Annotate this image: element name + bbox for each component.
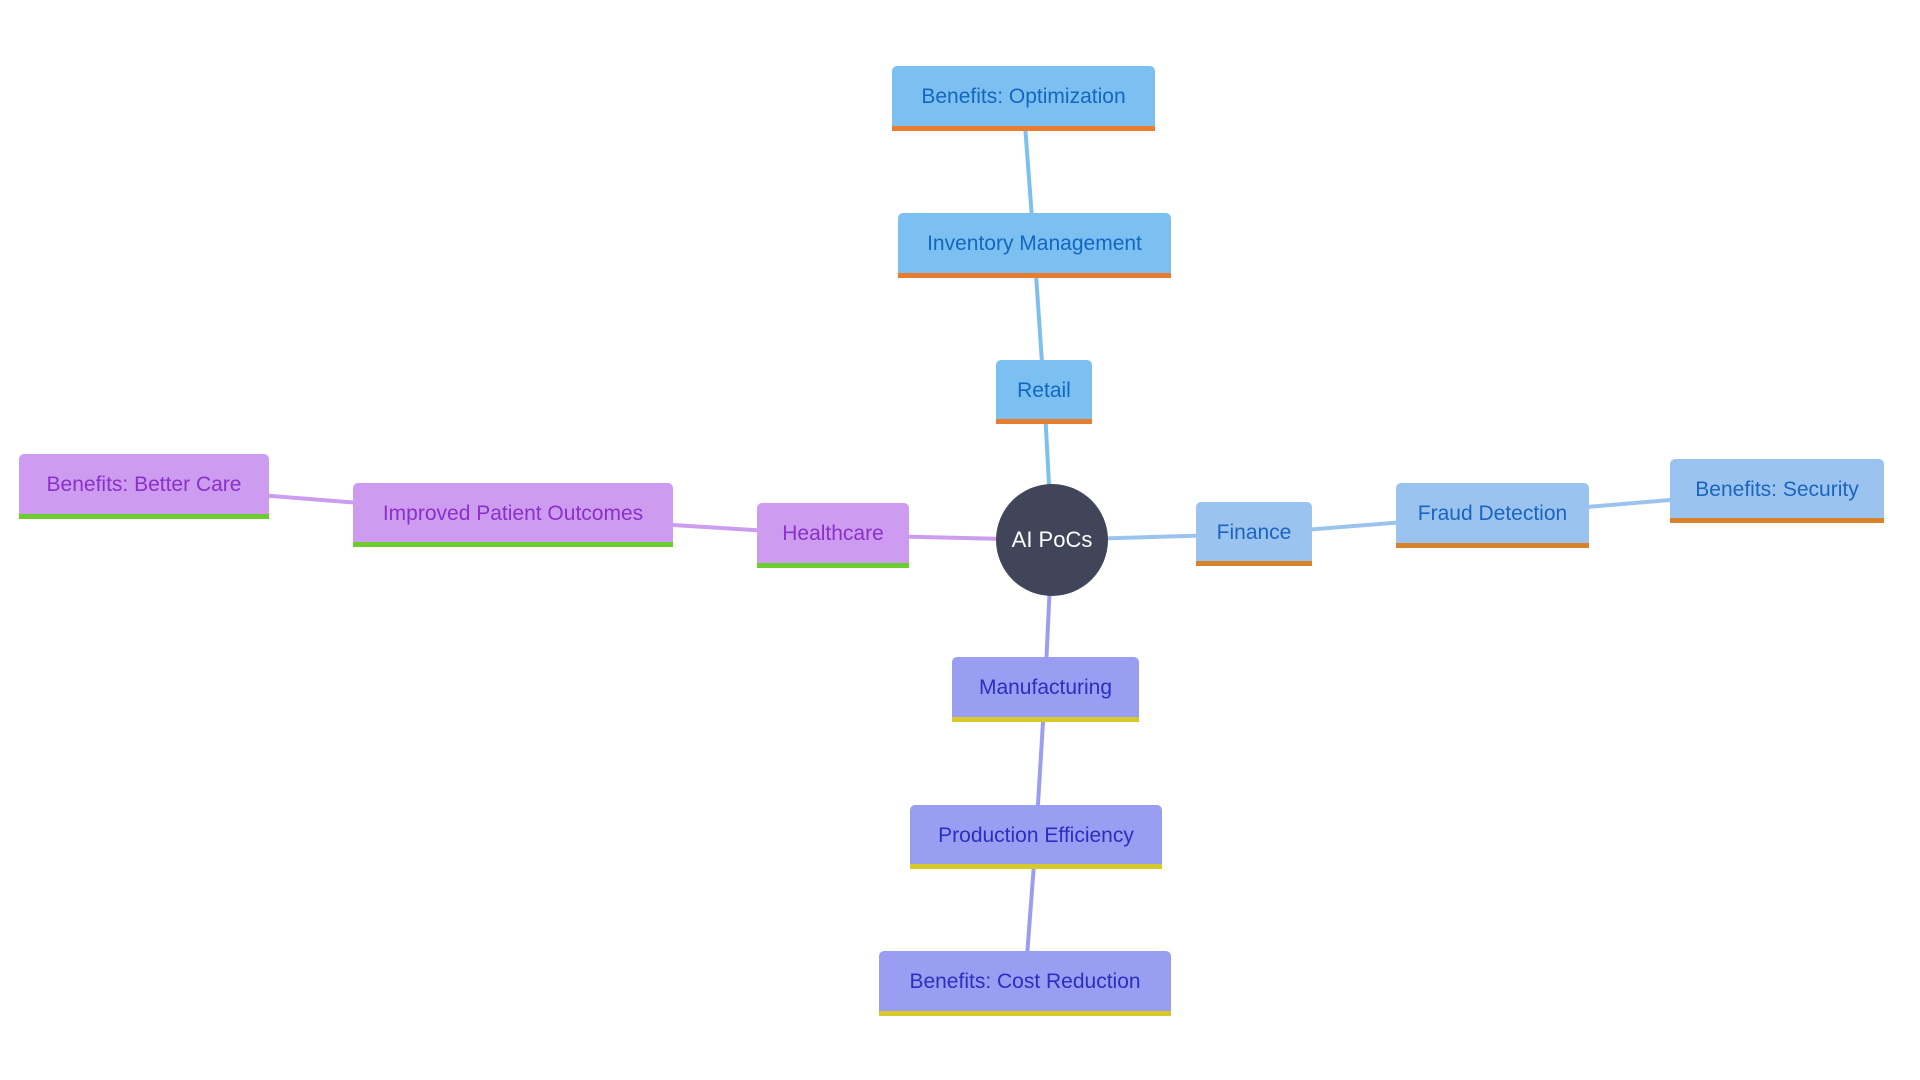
node-benefits-cost-reduction[interactable]: Benefits: Cost Reduction [879, 951, 1171, 1016]
edges-layer [143, 97, 1778, 984]
node-improved-patient-outcomes[interactable]: Improved Patient Outcomes [353, 483, 673, 547]
node-label: Improved Patient Outcomes [382, 501, 644, 525]
node-label: Benefits: Better Care [46, 473, 242, 496]
node-finance[interactable]: Finance [1196, 502, 1312, 566]
node-inventory-management[interactable]: Inventory Management [898, 213, 1171, 278]
node-label: Benefits: Optimization [921, 85, 1126, 108]
node-production-efficiency[interactable]: Production Efficiency [910, 805, 1162, 869]
node-healthcare[interactable]: Healthcare [757, 503, 909, 568]
root-node-label: AI PoCs [1011, 527, 1093, 552]
node-benefits-optimization[interactable]: Benefits: Optimization [892, 66, 1155, 131]
node-label: Retail [1017, 378, 1071, 402]
node-benefits-better-care[interactable]: Benefits: Better Care [19, 454, 269, 519]
node-label: Manufacturing [978, 676, 1113, 699]
node-manufacturing[interactable]: Manufacturing [952, 657, 1139, 722]
node-label: Fraud Detection [1417, 502, 1568, 525]
node-label: Benefits: Cost Reduction [909, 970, 1141, 993]
node-benefits-security[interactable]: Benefits: Security [1670, 459, 1884, 523]
node-label: Inventory Management [927, 232, 1142, 255]
node-retail[interactable]: Retail [996, 360, 1092, 424]
node-label: Production Efficiency [938, 823, 1134, 847]
node-fraud-detection[interactable]: Fraud Detection [1396, 483, 1589, 548]
root-node[interactable]: AI PoCs [996, 484, 1108, 596]
node-label: Benefits: Security [1695, 477, 1859, 501]
node-label: Finance [1216, 520, 1292, 544]
node-label: Healthcare [782, 522, 884, 545]
